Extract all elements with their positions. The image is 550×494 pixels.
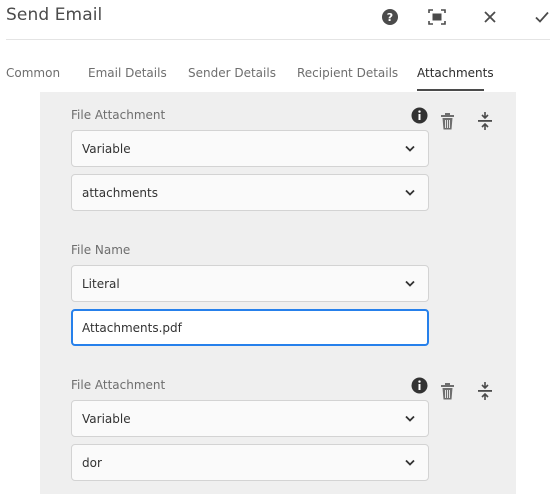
select-value: dor: [82, 456, 102, 470]
fullscreen-icon[interactable]: [427, 7, 447, 27]
tab-common[interactable]: Common: [6, 66, 60, 80]
attachment-source-select[interactable]: attachments: [71, 174, 429, 211]
select-value: Literal: [82, 277, 120, 291]
tab-sender-details[interactable]: Sender Details: [188, 66, 276, 80]
collapse-icon[interactable]: [476, 382, 494, 400]
dialog-title: Send Email: [6, 5, 103, 25]
dialog-header: Send Email ?: [0, 0, 550, 40]
collapse-icon[interactable]: [476, 112, 494, 130]
chevron-down-icon: [405, 189, 415, 196]
tab-attachments[interactable]: Attachments: [417, 66, 494, 80]
file-name-type-select[interactable]: Literal: [71, 265, 429, 302]
file-name-label: File Name: [71, 243, 131, 257]
select-value: Variable: [82, 142, 131, 156]
svg-text:?: ?: [387, 11, 393, 24]
select-value: Variable: [82, 412, 131, 426]
delete-icon[interactable]: [438, 382, 456, 400]
help-icon[interactable]: ?: [380, 7, 400, 27]
attachment-source-select[interactable]: dor: [71, 444, 429, 481]
info-icon[interactable]: [410, 106, 428, 124]
chevron-down-icon: [405, 145, 415, 152]
chevron-down-icon: [405, 415, 415, 422]
chevron-down-icon: [405, 459, 415, 466]
file-name-field[interactable]: [71, 309, 429, 346]
attachment-type-select[interactable]: Variable: [71, 130, 429, 167]
tab-email-details[interactable]: Email Details: [88, 66, 167, 80]
chevron-down-icon: [405, 280, 415, 287]
close-icon[interactable]: [480, 7, 500, 27]
active-tab-indicator: [417, 89, 484, 91]
tab-bar: Common Email Details Sender Details Reci…: [0, 60, 550, 92]
delete-icon[interactable]: [438, 112, 456, 130]
file-name-input[interactable]: [73, 311, 427, 344]
select-value: attachments: [82, 186, 158, 200]
tab-recipient-details[interactable]: Recipient Details: [297, 66, 398, 80]
file-attachment-label: File Attachment: [71, 108, 166, 122]
attachment-type-select[interactable]: Variable: [71, 400, 429, 437]
info-icon[interactable]: [410, 376, 428, 394]
file-attachment-label: File Attachment: [71, 378, 166, 392]
checkmark-icon[interactable]: [532, 7, 550, 27]
header-divider: [6, 39, 550, 40]
